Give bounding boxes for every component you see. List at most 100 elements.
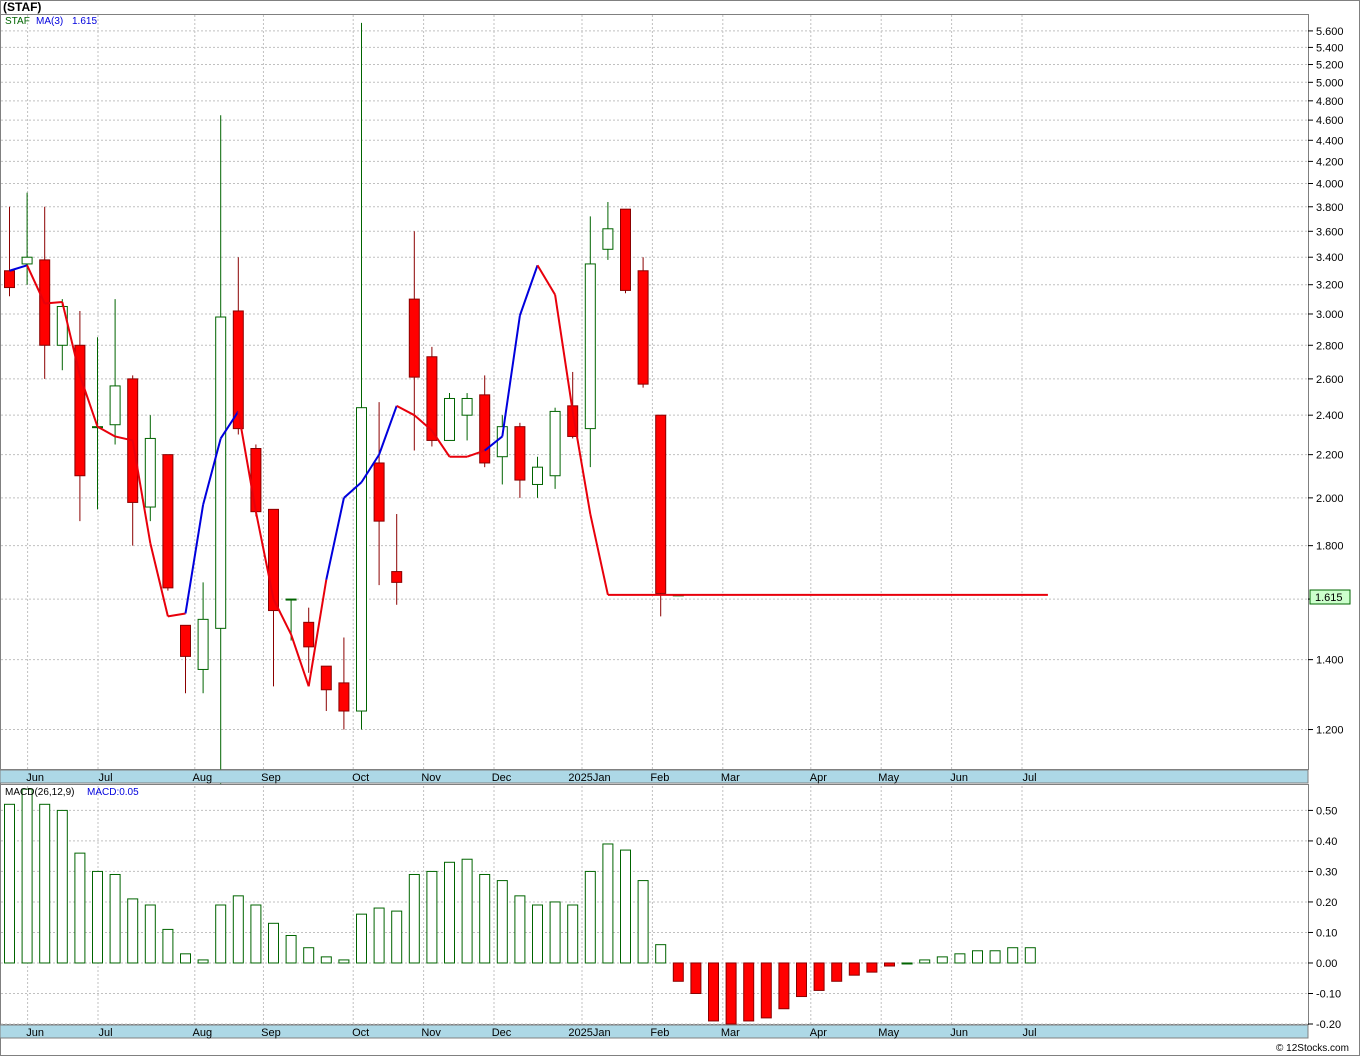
month-label-bottom-12: Jun [950,1027,968,1039]
price-tick-label-18: 2.000 [1316,493,1344,505]
macd-bar-30 [532,904,543,964]
price-tick-label-21: 1.400 [1316,655,1344,667]
macd-bar-8 [144,904,156,964]
macd-legend: MACD(26,12,9) MACD:0.05 [5,787,139,798]
macd-legend-name: MACD(26,12,9) [5,787,74,798]
month-label-top-2: Aug [193,772,213,784]
month-label-top-3: Sep [261,772,281,784]
macd-bar-54 [954,953,966,964]
macd-bar-44 [778,962,790,1010]
macd-bar-43 [760,962,772,1019]
macd-bar-13 [232,895,244,964]
candle-body-8 [144,437,156,508]
macd-bar-11 [197,959,209,964]
macd-bar-3 [56,809,68,964]
last-price-label: 1.615 [1315,592,1343,604]
macd-tick-label-4: 0.10 [1316,927,1337,939]
macd-bar-56 [989,950,1001,964]
candle-body-34 [602,228,614,250]
macd-bar-28 [496,880,508,964]
macd-bar-2 [39,803,51,964]
macd-bar-29 [514,895,526,964]
month-label-top-6: Dec [492,772,512,784]
month-label-bottom-1: Jul [98,1027,112,1039]
month-label-bottom-9: Mar [721,1027,740,1039]
candle-body-31 [549,410,561,477]
candle-body-14 [250,448,262,513]
macd-bar-39 [690,962,702,994]
candle-body-26 [461,397,473,416]
macd-bar-12 [215,904,227,964]
legend-symbol: STAF [5,16,30,27]
macd-bar-4 [74,852,86,964]
price-tick-label-12: 3.200 [1316,280,1344,292]
macd-bar-33 [584,870,596,964]
macd-bar-42 [743,962,755,1022]
month-label-bottom-3: Sep [261,1027,281,1039]
macd-tick-label-2: 0.30 [1316,866,1337,878]
month-label-top-8: Feb [650,772,669,784]
candle-body-13 [232,310,244,430]
month-label-top-10: Apr [810,772,827,784]
month-label-top-4: Oct [352,772,369,784]
macd-bar-41 [725,962,737,1025]
macd-panel-border [0,784,1309,1025]
month-label-bottom-0: Jun [26,1027,44,1039]
candle-body-35 [620,208,631,291]
price-tick-label-2: 5.200 [1316,60,1344,72]
macd-tick-label-3: 0.20 [1316,897,1337,909]
macd-bar-9 [162,928,174,964]
month-label-bottom-2: Aug [193,1027,213,1039]
macd-tick-label-0: 0.50 [1316,805,1337,817]
macd-bar-35 [620,849,631,964]
price-tick-label-7: 4.200 [1316,156,1344,168]
candle-body-6 [109,385,121,426]
copyright: © 12Stocks.com [1276,1043,1349,1054]
candle-body-11 [197,618,209,670]
candle-body-18 [320,665,332,691]
stock-chart: (STAF) 5.600 5.400 5.200 5.000 4.800 4.600 4.4… [0,0,1360,1056]
macd-bar-15 [268,922,279,964]
candle-body-25 [444,397,455,441]
chart-title: (STAF) [3,0,41,14]
price-tick-label-4: 4.800 [1316,96,1344,108]
macd-bar-45 [796,962,807,998]
price-tick-label-19: 1.800 [1316,541,1344,553]
macd-bar-50 [884,962,895,967]
candle-body-19 [338,682,350,712]
candle-body-22 [391,571,403,583]
macd-bar-49 [866,962,878,973]
macd-bar-0 [4,803,15,964]
macd-bar-27 [479,873,491,964]
price-tick-label-3: 5.000 [1316,77,1344,89]
macd-bar-10 [180,953,191,964]
month-label-top-11: May [878,772,899,784]
price-panel: 5.600 5.400 5.200 5.000 4.800 4.600 4.400 4.200… [0,14,1351,791]
macd-bar-18 [320,956,332,964]
price-tick-label-5: 4.600 [1316,115,1344,127]
candle-body-12 [215,316,227,629]
candle-body-33 [584,263,596,430]
macd-bar-55 [972,950,983,964]
macd-bar-21 [373,907,385,964]
price-tick-label-6: 4.400 [1316,135,1344,147]
macd-bar-36 [637,880,649,964]
macd-bar-48 [848,962,860,976]
macd-bar-34 [602,843,614,964]
month-label-top-9: Mar [721,772,740,784]
month-label-bottom-6: Dec [492,1027,512,1039]
candle-body-37 [655,414,667,594]
macd-bar-20 [356,913,367,964]
month-label-bottom-4: Oct [352,1027,369,1039]
macd-bar-5 [92,870,103,964]
price-tick-label-16: 2.400 [1316,410,1344,422]
month-label-top-1: Jul [98,772,112,784]
price-tick-label-9: 3.800 [1316,202,1344,214]
candle-body-20 [356,407,367,712]
macd-tick-label-7: -0.20 [1316,1019,1341,1031]
macd-tick-label-5: 0.00 [1316,958,1337,970]
candle-body-9 [162,454,174,589]
macd-bar-22 [391,910,403,964]
macd-panel: 0.50 0.40 0.30 0.20 0.10 0.00 -0.10 -0.20 MACD(… [0,784,1341,1031]
candle-body-16 [285,598,297,601]
